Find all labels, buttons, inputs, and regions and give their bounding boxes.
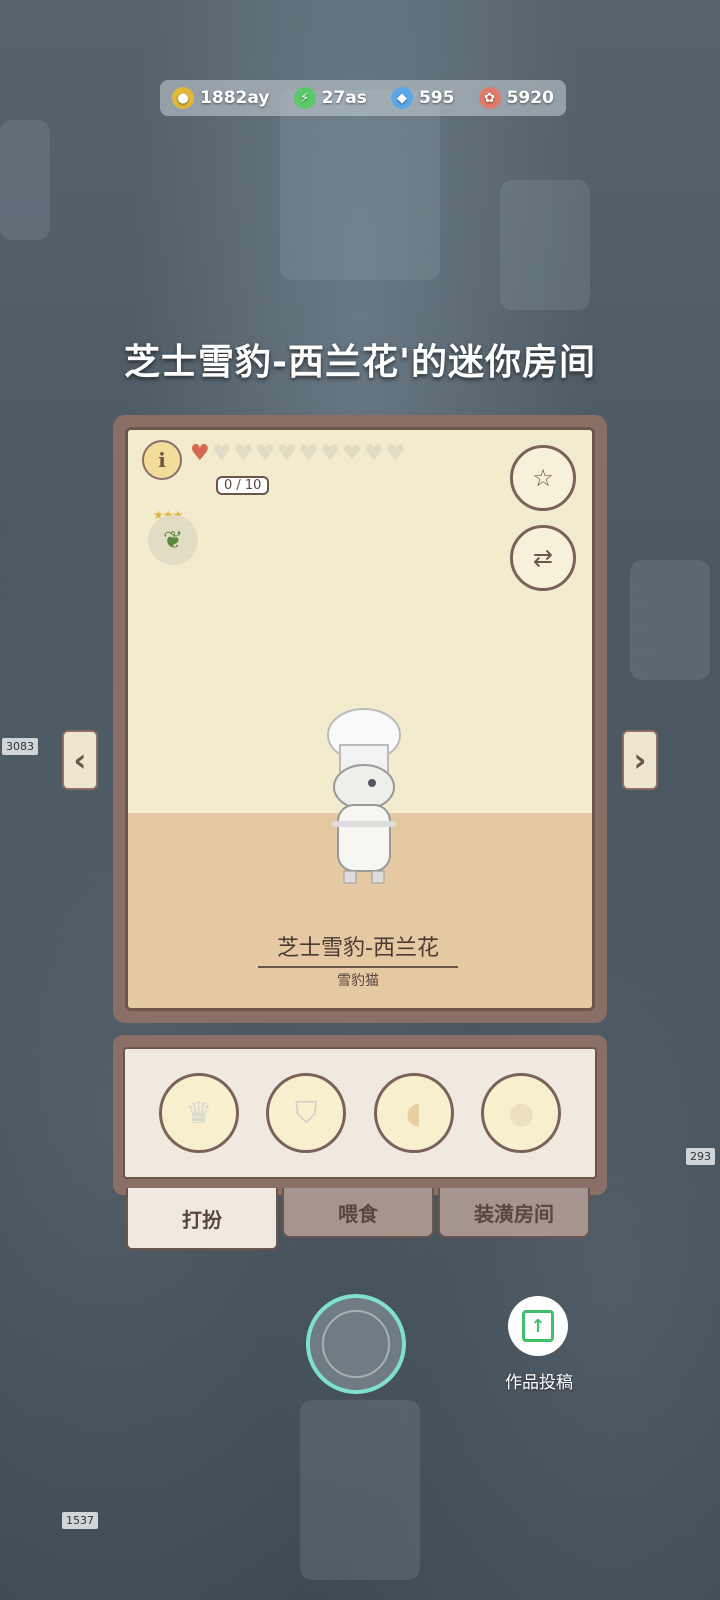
- cat-silhouette-icon: ●: [508, 1095, 535, 1131]
- heart-icon: ♥: [385, 441, 406, 466]
- gem-value: 5920: [506, 88, 554, 108]
- heart-icon: ♥: [276, 441, 297, 466]
- dressup-panel: ♛ ⛉ ◖ ●: [113, 1035, 607, 1195]
- hat-slot[interactable]: ♛: [158, 1073, 239, 1153]
- resource-coins[interactable]: ● 1882ay: [172, 87, 269, 109]
- swap-cats-icon: ⇄: [532, 544, 554, 572]
- center-action-button[interactable]: [306, 1294, 406, 1394]
- background-building: [300, 1400, 420, 1580]
- diamond-value: 595: [418, 88, 455, 108]
- vest-icon: ⛉: [295, 1095, 318, 1131]
- room-view: i ♥ ♥ ♥ ♥ ♥ ♥ ♥ ♥ ♥ ♥ 0 / 10 ★★★ ❦ ☆ ⇄: [125, 427, 595, 1011]
- map-sign: 1537: [62, 1512, 98, 1529]
- bookmark-icon: ☆: [532, 464, 554, 492]
- background-machine: [500, 180, 590, 310]
- room-title: 芝士雪豹-西兰花'的迷你房间: [124, 342, 596, 383]
- chevron-right-icon: ›: [633, 741, 647, 779]
- item-slots: ♛ ⛉ ◖ ●: [123, 1047, 597, 1179]
- tab-feed[interactable]: 喂食: [282, 1188, 434, 1238]
- diamond-icon: ◆: [390, 87, 413, 109]
- heart-icon: ♥: [363, 441, 384, 466]
- map-sign: 3083: [2, 738, 38, 755]
- accessory-slot[interactable]: ◖: [373, 1073, 454, 1153]
- cat-character[interactable]: [318, 705, 410, 895]
- heart-icon: ♥: [298, 441, 319, 466]
- info-button[interactable]: i: [142, 440, 182, 480]
- submit-work-label: 作品投稿: [505, 1373, 573, 1393]
- energy-icon: ⚡: [293, 87, 316, 109]
- heart-icon: ♥: [190, 441, 210, 466]
- pet-breed: 雪豹猫: [337, 973, 379, 989]
- tab-decorate-room[interactable]: 装潢房间: [438, 1188, 590, 1238]
- room-card: i ♥ ♥ ♥ ♥ ♥ ♥ ♥ ♥ ♥ ♥ 0 / 10 ★★★ ❦ ☆ ⇄: [113, 415, 607, 1023]
- scarf-icon: ◖: [405, 1095, 422, 1131]
- heart-icon: ♥: [342, 441, 362, 466]
- background-building: [0, 120, 50, 240]
- heart-icon: ♥: [211, 441, 232, 466]
- switch-cat-button[interactable]: ⇄: [510, 525, 576, 591]
- gem-icon: ✿: [478, 87, 501, 109]
- pet-name: 芝士雪豹-西兰花: [258, 930, 458, 968]
- heart-icon: ♥: [255, 441, 275, 466]
- resource-diamonds[interactable]: ◆ 595: [390, 87, 455, 109]
- chevron-left-icon: ‹: [73, 741, 87, 779]
- heart-icon: ♥: [233, 441, 254, 466]
- previous-room-button[interactable]: ‹: [62, 730, 98, 790]
- tab-bar: 打扮 喂食 装潢房间: [126, 1188, 590, 1250]
- upload-icon: ↑: [522, 1310, 554, 1342]
- resource-gems[interactable]: ✿ 5920: [478, 87, 554, 109]
- info-icon: i: [158, 448, 166, 472]
- bookmark-button[interactable]: ☆: [510, 445, 576, 511]
- cat-head: [333, 764, 395, 810]
- heart-count: 0 / 10: [216, 476, 270, 495]
- coin-icon: ●: [172, 87, 195, 109]
- map-sign: 293: [686, 1148, 715, 1165]
- background-building: [280, 90, 440, 280]
- locked-slot[interactable]: ●: [481, 1073, 562, 1153]
- energy-value: 27as: [321, 88, 367, 108]
- submit-work-button[interactable]: ↑: [508, 1296, 568, 1356]
- clothes-slot[interactable]: ⛉: [266, 1073, 347, 1153]
- heart-icon: ♥: [320, 441, 341, 466]
- resource-bar: ● 1882ay ⚡ 27as ◆ 595 ✿ 5920: [160, 80, 566, 116]
- coin-value: 1882ay: [200, 88, 270, 108]
- background-building: [630, 560, 710, 680]
- affection-hearts: ♥ ♥ ♥ ♥ ♥ ♥ ♥ ♥ ♥ ♥: [190, 442, 405, 466]
- tab-dressup[interactable]: 打扮: [126, 1188, 278, 1250]
- resource-energy[interactable]: ⚡ 27as: [293, 87, 367, 109]
- broccoli-icon[interactable]: ❦: [148, 515, 198, 565]
- chef-hat-icon: ♛: [185, 1095, 213, 1131]
- next-room-button[interactable]: ›: [622, 730, 658, 790]
